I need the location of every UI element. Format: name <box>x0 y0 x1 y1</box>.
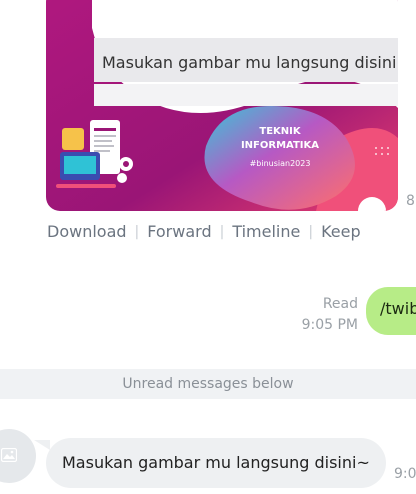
sent-message-bubble[interactable]: /twib <box>366 287 416 335</box>
action-divider: | <box>134 223 140 240</box>
image-message[interactable]: Masukan gambar mu langsung disini~ TEKNI… <box>46 0 398 211</box>
poster-image: Masukan gambar mu langsung disini~ TEKNI… <box>46 0 398 211</box>
sent-message-time: 9:05 PM <box>301 317 358 333</box>
image-placeholder-icon <box>1 448 17 462</box>
poster-title-line2: INFORMATIKA <box>241 140 319 151</box>
chat-window: Masukan gambar mu langsung disini~ TEKNI… <box>0 0 416 494</box>
keep-button[interactable]: Keep <box>321 222 361 241</box>
avatar[interactable] <box>0 429 36 483</box>
received-bubble-tail <box>34 440 50 450</box>
action-divider: | <box>308 223 314 240</box>
poster-hashtag: #binusian2023 <box>250 159 311 168</box>
read-status: Read <box>322 296 358 312</box>
timeline-button[interactable]: Timeline <box>232 222 300 241</box>
message-actions: Download | Forward | Timeline | Keep <box>47 222 361 241</box>
download-button[interactable]: Download <box>47 222 127 241</box>
forward-button[interactable]: Forward <box>147 222 211 241</box>
sent-message-meta: Read 9:05 PM <box>302 294 358 336</box>
poster-title-line1: TEKNIK <box>259 126 301 137</box>
poster-placeholder-text: Masukan gambar mu langsung disini~ <box>102 53 398 72</box>
received-message-bubble[interactable]: Masukan gambar mu langsung disini~ <box>46 438 386 488</box>
received-message-time: 9:0 <box>394 466 416 482</box>
unread-divider: Unread messages below <box>0 369 416 399</box>
action-divider: | <box>219 223 225 240</box>
image-message-time: 8 <box>406 193 415 209</box>
